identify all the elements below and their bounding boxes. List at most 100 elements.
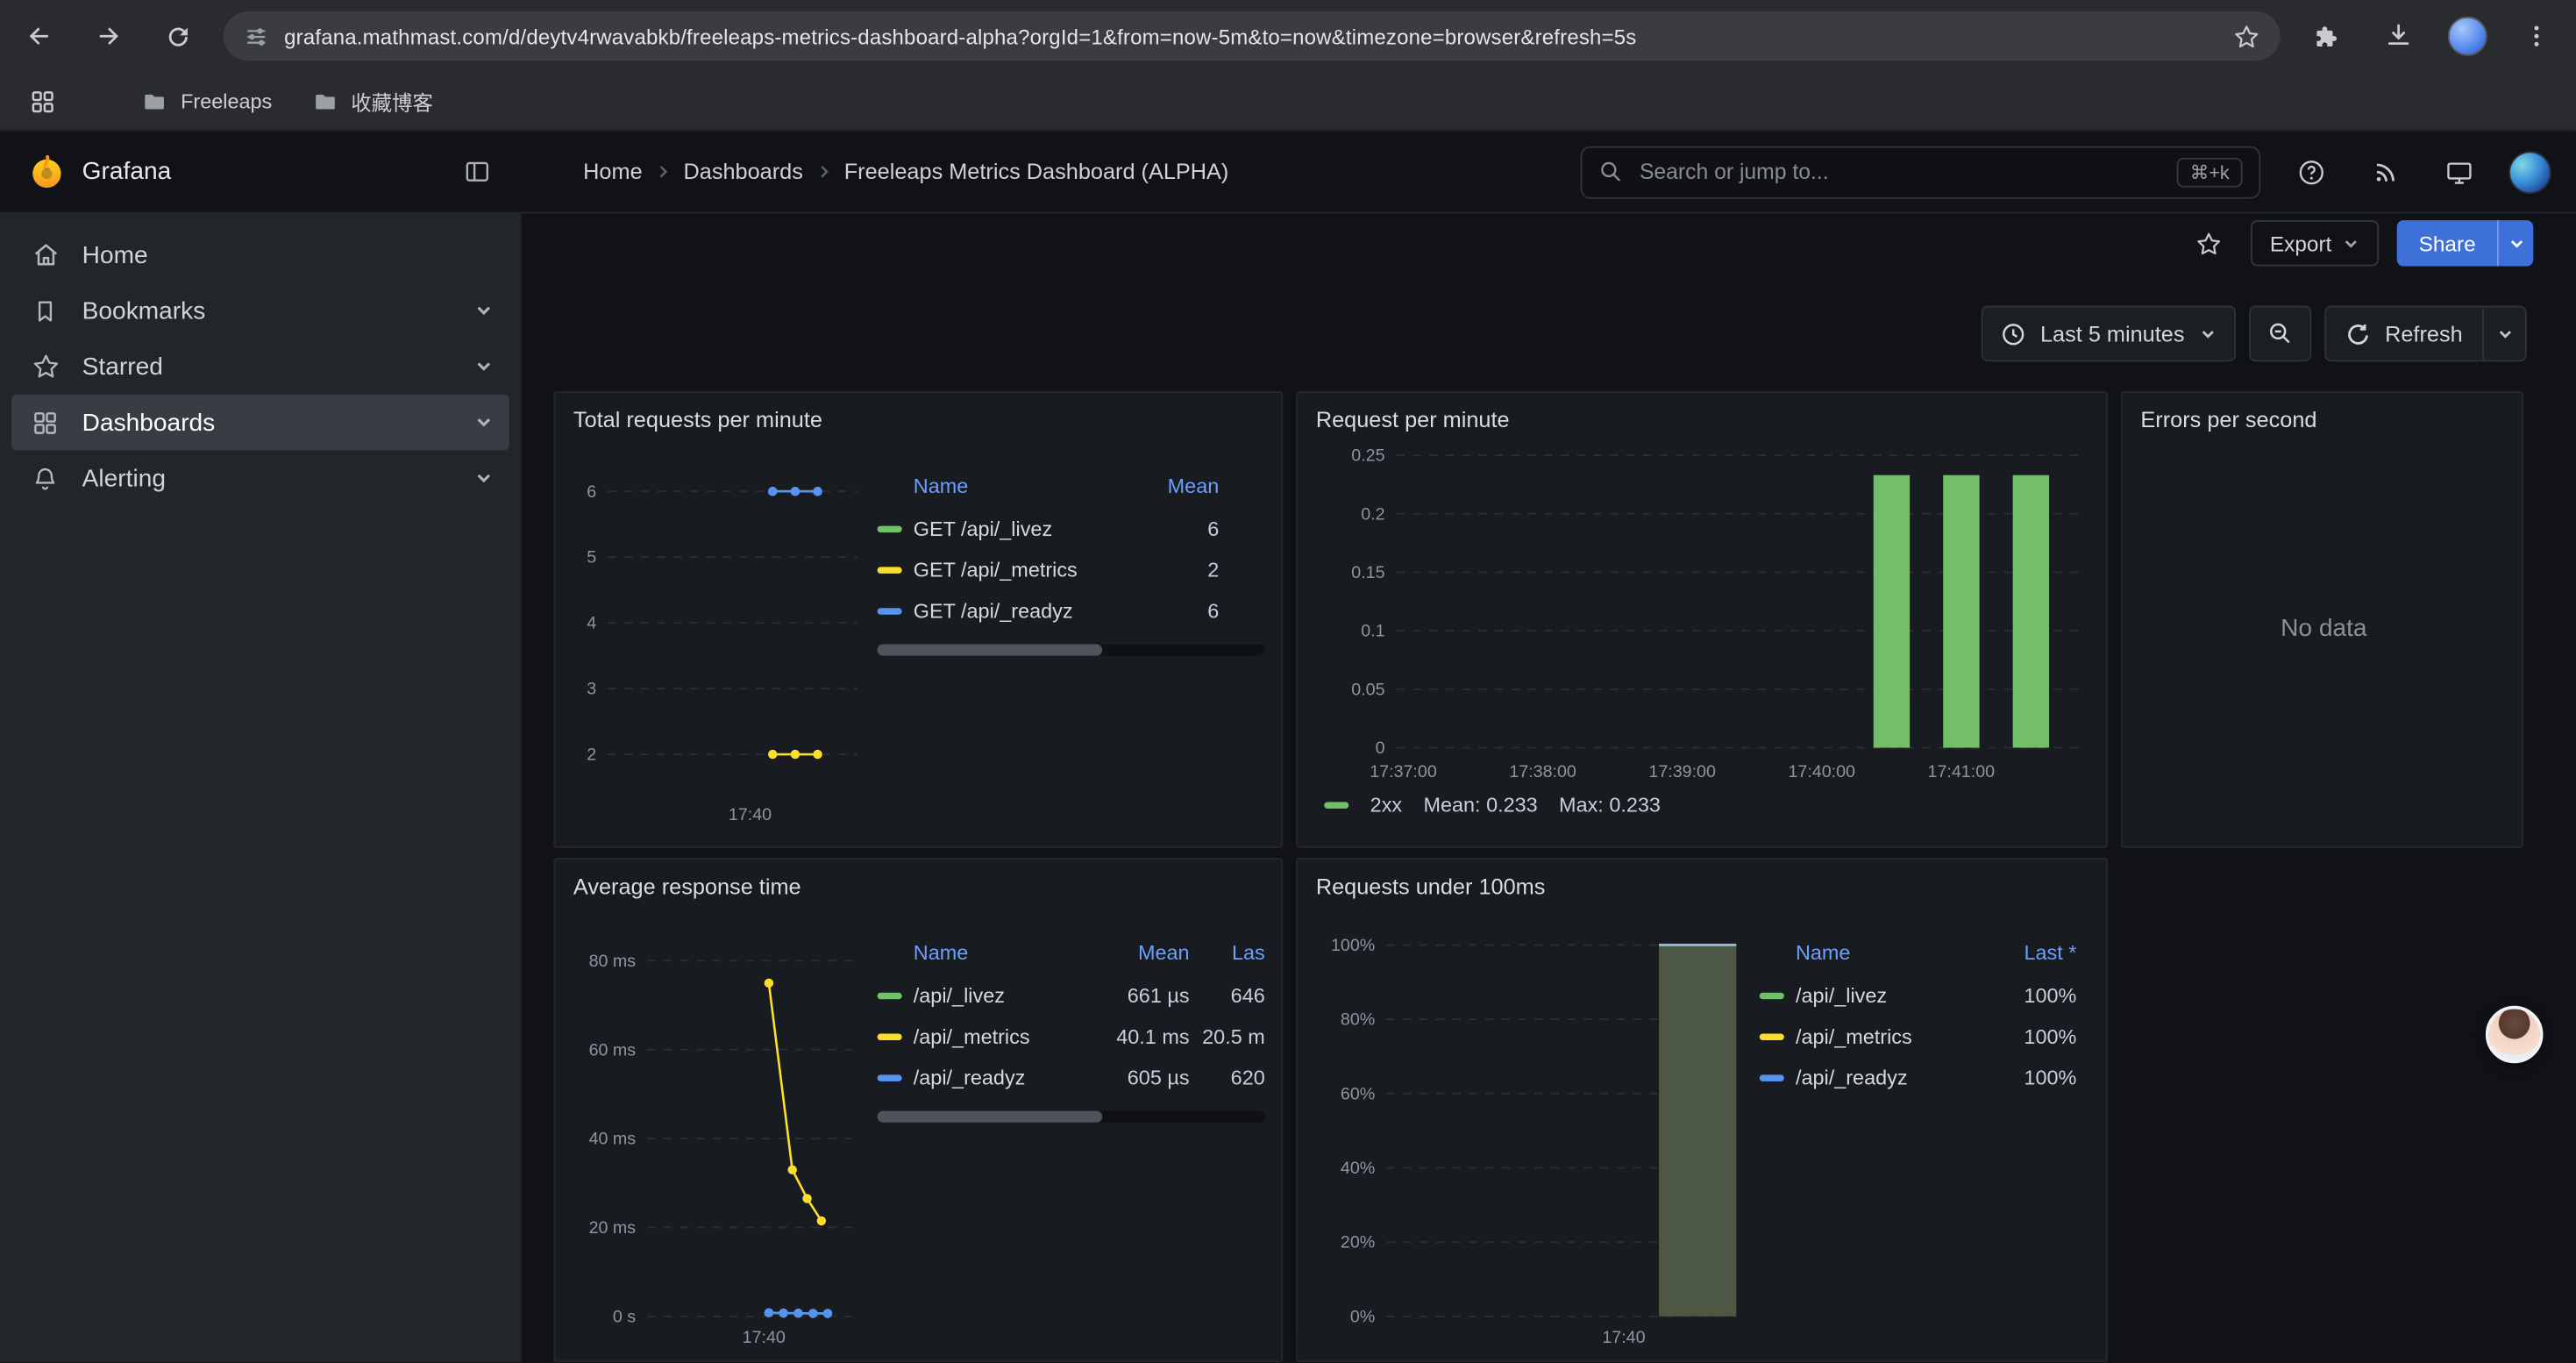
help-icon[interactable]	[2288, 149, 2334, 195]
bookmarks-bar: Freeleaps 收藏博客	[0, 72, 2576, 131]
series-name[interactable]: /api/_readyz	[914, 1066, 1085, 1088]
series-color-swatch	[1760, 1074, 1784, 1080]
chevron-down-icon[interactable]	[474, 409, 493, 437]
chart-svg: 2345617:40	[572, 439, 867, 826]
panel-title[interactable]: Request per minute	[1314, 406, 2093, 439]
site-info-icon[interactable]	[243, 23, 269, 49]
legend-header-mean[interactable]: Mean	[1140, 475, 1219, 497]
zoom-out-button[interactable]	[2249, 306, 2311, 362]
extensions-icon[interactable]	[2303, 13, 2349, 59]
sidebar-item-dashboards[interactable]: Dashboards	[11, 395, 509, 451]
svg-text:2: 2	[587, 746, 596, 765]
sidebar-item-bookmarks[interactable]: Bookmarks	[11, 282, 509, 339]
legend-row: /api/_readyz 605 µs 620	[878, 1057, 1269, 1098]
series-last: 20.5 m	[1190, 1024, 1265, 1047]
monitor-icon[interactable]	[2437, 149, 2482, 195]
series-color-swatch	[878, 525, 902, 532]
favorite-star-icon[interactable]	[2186, 220, 2231, 266]
sidebar-item-alerting[interactable]: Alerting	[11, 450, 509, 506]
svg-text:20%: 20%	[1341, 1233, 1375, 1252]
panel-title[interactable]: Total requests per minute	[572, 406, 1268, 439]
scrollbar-thumb[interactable]	[878, 1111, 1102, 1123]
browser-profile-avatar[interactable]	[2448, 17, 2487, 56]
bookmark-item-blogs[interactable]: 收藏博客	[298, 79, 446, 124]
clock-icon	[2001, 321, 2025, 346]
share-button[interactable]: Share	[2397, 220, 2533, 266]
chevron-down-icon[interactable]	[474, 353, 493, 381]
bookmark-item-freeleaps[interactable]: Freeleaps	[128, 82, 285, 121]
legend-horizontal-scrollbar	[878, 644, 1265, 655]
arrow-right-icon	[94, 21, 124, 51]
legend-header-name[interactable]: Name	[914, 475, 1141, 497]
sidebar-item-label: Starred	[82, 353, 163, 381]
time-range-picker[interactable]: Last 5 minutes	[1982, 306, 2236, 362]
chart-svg: 0 s20 ms40 ms60 ms80 ms17:40	[572, 905, 867, 1349]
browser-toolbar: grafana.mathmast.com/d/deytv4rwavabkb/fr…	[0, 0, 2576, 72]
address-bar[interactable]: grafana.mathmast.com/d/deytv4rwavabkb/fr…	[224, 11, 2281, 61]
series-name[interactable]: /api/_livez	[914, 983, 1085, 1006]
series-name[interactable]: 2xx	[1370, 794, 1402, 817]
legend-row: /api/_livez 100%	[1760, 974, 2093, 1016]
download-icon[interactable]	[2375, 13, 2421, 59]
series-name[interactable]: GET /api/_livez	[914, 517, 1141, 539]
svg-text:40%: 40%	[1341, 1159, 1375, 1178]
panel-request-per-minute: Request per minute 00.050.10.150.20.2517…	[1296, 391, 2108, 848]
scrollbar-thumb[interactable]	[878, 644, 1102, 655]
arrow-left-icon	[25, 21, 54, 51]
series-last: 100%	[1988, 1024, 2076, 1047]
sidebar-item-home[interactable]: Home	[11, 227, 509, 283]
search-input[interactable]	[1636, 158, 2164, 186]
series-mean: 661 µs	[1085, 983, 1190, 1006]
apps-grid-icon[interactable]	[19, 78, 65, 124]
series-color-swatch	[1760, 1033, 1784, 1039]
mega-menu-toggle-icon[interactable]	[453, 149, 499, 195]
export-button[interactable]: Export	[2250, 220, 2379, 266]
panel-title[interactable]: Requests under 100ms	[1314, 873, 2093, 905]
browser-forward-button[interactable]	[85, 13, 131, 59]
refresh-button[interactable]: Refresh	[2324, 306, 2527, 362]
legend-table: Name Mean GET /api/_livez 6 GET /api/_me…	[878, 439, 1269, 655]
chevron-down-icon	[2496, 325, 2513, 342]
panel-title[interactable]: Errors per second	[2139, 406, 2509, 439]
series-name[interactable]: GET /api/_metrics	[914, 558, 1141, 581]
sidebar-item-label: Bookmarks	[82, 296, 206, 325]
rss-icon[interactable]	[2362, 149, 2408, 195]
series-color-swatch	[878, 607, 902, 613]
browser-back-button[interactable]	[17, 13, 62, 59]
legend-header-last[interactable]: Las	[1190, 942, 1265, 965]
browser-menu-icon[interactable]	[2514, 13, 2559, 59]
series-max-stat: Max: 0.233	[1559, 794, 1661, 817]
browser-reload-button[interactable]	[154, 13, 200, 59]
share-menu-caret[interactable]	[2497, 220, 2533, 266]
chevron-down-icon[interactable]	[474, 464, 493, 492]
legend-row: /api/_livez 661 µs 646	[878, 974, 1269, 1016]
legend-header-name[interactable]: Name	[914, 942, 1085, 965]
series-name[interactable]: GET /api/_readyz	[914, 599, 1141, 622]
series-mean: 6	[1140, 599, 1219, 622]
star-icon	[30, 351, 61, 382]
refresh-interval-caret[interactable]	[2482, 307, 2525, 360]
svg-text:60 ms: 60 ms	[589, 1040, 637, 1060]
share-label[interactable]: Share	[2397, 220, 2497, 266]
series-name[interactable]: /api/_readyz	[1796, 1066, 1988, 1088]
legend-header-name[interactable]: Name	[1796, 942, 1988, 965]
legend-header-mean[interactable]: Mean	[1085, 942, 1190, 965]
assistant-avatar[interactable]	[2486, 1006, 2544, 1064]
refresh-icon	[2345, 321, 2370, 346]
series-name[interactable]: /api/_metrics	[914, 1024, 1085, 1047]
user-avatar[interactable]	[2510, 152, 2550, 191]
search-box[interactable]: ⌘+k	[1580, 146, 2260, 198]
legend-row: /api/_metrics 40.1 ms 20.5 m	[878, 1016, 1269, 1057]
series-name[interactable]: /api/_livez	[1796, 983, 1988, 1006]
sidebar-item-starred[interactable]: Starred	[11, 339, 509, 395]
bookmark-star-icon[interactable]	[2232, 22, 2260, 50]
series-name[interactable]: /api/_metrics	[1796, 1024, 1988, 1047]
legend-header-last[interactable]: Last *	[1988, 942, 2076, 965]
breadcrumb-dashboards[interactable]: Dashboards	[683, 160, 802, 184]
panel-title[interactable]: Average response time	[572, 873, 1268, 905]
breadcrumb-home[interactable]: Home	[583, 160, 642, 184]
series-color-swatch	[878, 1074, 902, 1080]
svg-text:0: 0	[1376, 739, 1385, 758]
requests-under-100ms-chart: 0%20%40%60%80%100%17:40	[1314, 905, 1750, 1349]
chevron-down-icon[interactable]	[474, 296, 493, 325]
